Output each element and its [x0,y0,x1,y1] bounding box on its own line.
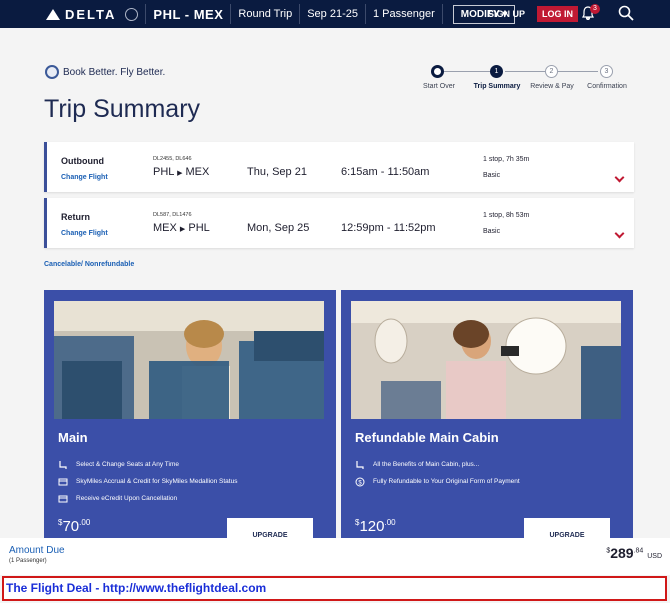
cabin-photo [351,301,621,419]
route-label: PHL - MEX [153,6,224,22]
flight-stops: 1 stop, 8h 53m [483,212,530,219]
flight-route: PHL ▶ MEX [153,166,209,178]
fare-title: Refundable Main Cabin [355,430,499,445]
divider [145,4,147,24]
chevron-down-icon[interactable] [614,172,625,183]
fare-card-main[interactable]: Main Select & Change Seats at Any Time S… [44,290,336,550]
feature-item: Select & Change Seats at Any Time [58,456,237,473]
total-dollars: 289 [610,545,634,561]
login-button[interactable]: LOG IN [537,6,578,22]
top-nav: DELTA PHL - MEX Round Trip Sep 21-25 1 P… [0,0,670,28]
flight-numbers: DL2455, DL646 [153,156,192,162]
notification-badge: 3 [590,4,600,14]
feature-text: All the Benefits of Main Cabin, plus... [373,461,480,468]
book-better-icon [45,65,59,79]
step-review-pay: 2 [545,65,558,78]
book-better-tagline: Book Better. Fly Better. [45,65,165,79]
amount-due-passengers: (1 Passenger) [9,558,47,564]
total-cents: .84 [633,547,644,555]
cancel-policy-link[interactable]: Cancelable/ Nonrefundable [44,261,134,268]
origin: PHL [153,166,174,178]
cabin-photo [54,301,324,419]
seat-icon [356,460,364,469]
fare-features: All the Benefits of Main Cabin, plus... … [355,456,520,490]
divider [364,4,366,24]
trip-dates: Sep 21-25 [307,8,358,20]
widget-logo-icon [46,8,60,20]
fare-price: $120.00 [355,518,396,535]
flight-deal-banner: The Flight Deal - http://www.theflightde… [2,576,667,601]
seat-icon [59,460,67,469]
fare-title: Main [58,430,88,445]
step-confirmation: 3 [600,65,613,78]
confirmation-label: Confirmation [587,83,627,90]
arrow-icon: ▶ [179,226,186,233]
return-flight-row[interactable]: Return Change Flight DL587, DL1476 MEX ▶… [44,198,634,248]
arrow-icon: ▶ [177,170,183,177]
destination: MEX [185,166,210,178]
divider [230,4,232,24]
signup-link[interactable]: SIGN UP [488,9,525,19]
change-flight-link[interactable]: Change Flight [61,230,108,237]
feature-text: Receive eCredit Upon Cancellation [76,495,178,502]
delta-logo[interactable]: DELTA [46,6,139,22]
currency-code: USD [647,553,662,560]
destination: PHL [188,222,210,234]
card-icon [58,478,68,485]
price-cents: .00 [384,518,396,527]
tagline-text: Book Better. Fly Better. [63,66,166,78]
flight-numbers: DL587, DL1476 [153,212,192,218]
chevron-down-icon[interactable] [614,228,625,239]
amount-due-label: Amount Due [9,545,65,556]
change-flight-link[interactable]: Change Flight [61,174,108,181]
booking-progress: 1 2 3 Start Over Trip Summary Review & P… [420,63,635,95]
flight-stops: 1 stop, 7h 35m [483,156,530,163]
passenger-count: 1 Passenger [372,8,435,20]
feature-text: Fully Refundable to Your Original Form o… [373,478,520,485]
step-connector [444,71,496,72]
feature-text: SkyMiles Accrual & Credit for SkyMiles M… [76,478,238,485]
amount-due-bar: Amount Due (1 Passenger) $289.84 USD [0,538,670,575]
flight-route: MEX ▶ PHL [153,222,210,234]
flight-direction: Outbound [61,156,104,166]
flight-time: 12:59pm - 11:52pm [341,222,436,234]
outbound-flight-row[interactable]: Outbound Change Flight DL2455, DL646 PHL… [44,142,634,192]
flight-date: Mon, Sep 25 [247,222,310,234]
flight-date: Thu, Sep 21 [247,166,307,178]
feature-text: Select & Change Seats at Any Time [76,461,179,468]
start-over-step[interactable] [431,65,444,78]
fare-features: Select & Change Seats at Any Time SkyMil… [58,456,237,507]
amount-due-total: $289.84 USD [606,545,662,561]
price-dollars: 70 [62,518,80,535]
dollar-icon: $ [355,477,365,486]
step-connector [558,71,598,72]
feature-item: SkyMiles Accrual & Credit for SkyMiles M… [58,473,237,490]
flight-direction: Return [61,212,90,222]
flight-time: 6:15am - 11:50am [341,166,430,178]
fare-class: Basic [483,228,501,235]
feature-item: Receive eCredit Upon Cancellation [58,490,237,507]
page-title: Trip Summary [44,95,201,123]
step-trip-summary: 1 [490,65,503,78]
review-pay-label: Review & Pay [530,83,574,90]
divider [441,4,443,24]
origin: MEX [153,222,177,234]
ecredit-icon [58,495,68,502]
fare-class: Basic [483,172,501,179]
fare-price: $70.00 [58,518,90,535]
start-over-label[interactable]: Start Over [423,83,455,90]
trip-type: Round Trip [238,8,293,20]
skyteam-icon [125,7,139,21]
step-connector [505,71,545,72]
feature-item: $ Fully Refundable to Your Original Form … [355,473,520,490]
feature-item: All the Benefits of Main Cabin, plus... [355,456,520,473]
search-icon[interactable] [618,5,634,21]
trip-summary-label: Trip Summary [473,83,521,90]
price-dollars: 120 [359,518,385,535]
divider [299,4,301,24]
brand-name: DELTA [65,6,117,22]
fare-card-refundable[interactable]: Refundable Main Cabin All the Benefits o… [341,290,633,550]
price-cents: .00 [79,518,91,527]
